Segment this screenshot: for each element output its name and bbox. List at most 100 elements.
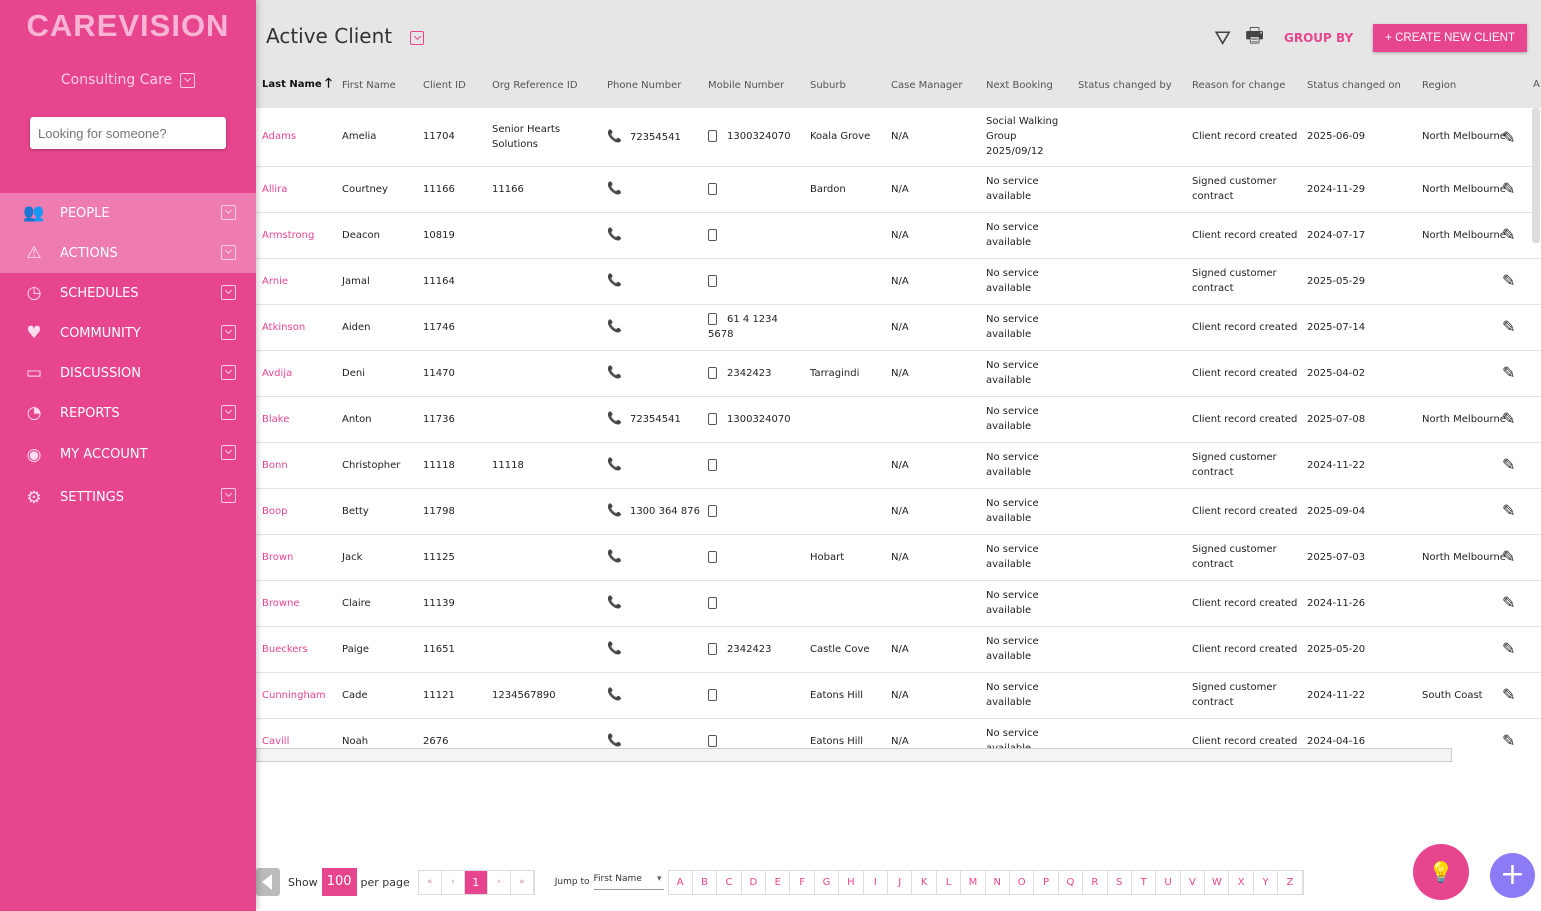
cell-text[interactable]: Blake [262, 414, 289, 425]
column-header-suburb[interactable]: Suburb [804, 62, 885, 108]
letter-x[interactable]: X [1229, 870, 1254, 894]
cell-last-name[interactable]: Boop [256, 488, 336, 535]
letter-s[interactable]: S [1108, 870, 1132, 894]
cell-text[interactable]: Brown [262, 552, 293, 563]
cell-last-name[interactable]: Allira [256, 166, 336, 213]
edit-icon[interactable]: ✎ [1502, 317, 1515, 336]
column-header-reason-for-change[interactable]: Reason for change [1186, 62, 1301, 108]
sidebar-item-schedules[interactable]: ◷ SCHEDULES [0, 273, 256, 313]
letter-e[interactable]: E [766, 870, 791, 894]
edit-icon[interactable]: ✎ [1502, 363, 1515, 382]
chevron-down-icon[interactable] [221, 205, 236, 220]
edit-icon[interactable]: ✎ [1502, 547, 1515, 566]
table-row[interactable]: Armstrong Deacon 10819 📞 N/A No service avail… [256, 212, 1541, 259]
table-row[interactable]: Bonn Christopher 11118 11118 📞 N/A No service … [256, 442, 1541, 489]
next-page-button[interactable]: › [488, 870, 511, 894]
letter-i[interactable]: I [864, 870, 889, 894]
column-header-last-name[interactable]: Last Name 🡑 [256, 62, 336, 108]
letter-f[interactable]: F [790, 870, 815, 894]
edit-icon[interactable]: ✎ [1502, 409, 1515, 428]
cell-text[interactable]: Cunningham [262, 690, 326, 701]
table-row[interactable]: Bueckers Paige 11651 📞 2342423 Castle Cove N/A… [256, 626, 1541, 673]
edit-icon[interactable]: ✎ [1502, 593, 1515, 612]
cell-last-name[interactable]: Brown [256, 534, 336, 581]
cell-last-name[interactable]: Bonn [256, 442, 336, 489]
edit-icon[interactable]: ✎ [1502, 225, 1515, 244]
vertical-scrollbar[interactable] [1532, 108, 1540, 243]
sidebar-item-settings[interactable]: ⚙ SETTINGS [0, 476, 256, 519]
collapse-sidebar-button[interactable] [256, 868, 280, 896]
edit-icon[interactable]: ✎ [1502, 501, 1515, 520]
cell-text[interactable]: Avdija [262, 368, 292, 379]
cell-text[interactable]: Atkinson [262, 322, 305, 333]
column-header-status-changed-on[interactable]: Status changed on [1301, 62, 1416, 108]
cell-text[interactable]: Adams [262, 131, 296, 142]
search-input[interactable] [30, 117, 226, 149]
column-header-next-booking[interactable]: Next Booking [980, 62, 1072, 108]
letter-y[interactable]: Y [1254, 870, 1279, 894]
edit-icon[interactable]: ✎ [1502, 455, 1515, 474]
last-page-button[interactable]: » [511, 870, 534, 894]
column-header-org-reference-id[interactable]: Org Reference ID [486, 62, 601, 108]
letter-k[interactable]: K [912, 870, 937, 894]
sidebar-item-discussion[interactable]: ▭ DISCUSSION [0, 353, 256, 393]
edit-icon[interactable]: ✎ [1502, 731, 1515, 748]
letter-u[interactable]: U [1156, 870, 1181, 894]
cell-text[interactable]: Boop [262, 506, 287, 517]
cell-last-name[interactable]: Bueckers [256, 626, 336, 673]
letter-j[interactable]: J [888, 870, 913, 894]
cell-last-name[interactable]: Armstrong [256, 212, 336, 259]
table-row[interactable]: Avdija Deni 11470 📞 2342423 Tarragindi N/A No s… [256, 350, 1541, 397]
edit-icon[interactable]: ✎ [1502, 685, 1515, 704]
table-row[interactable]: Atkinson Aiden 11746 📞 61 4 1234 5678 N/A No s… [256, 304, 1541, 351]
edit-icon[interactable]: ✎ [1502, 128, 1515, 147]
letter-r[interactable]: R [1083, 870, 1108, 894]
horizontal-scrollbar[interactable] [256, 748, 1452, 762]
cell-text[interactable]: Bueckers [262, 644, 308, 655]
column-header-client-id[interactable]: Client ID [417, 62, 486, 108]
chevron-down-icon[interactable] [221, 365, 236, 380]
cell-last-name[interactable]: Browne [256, 580, 336, 627]
table-row[interactable]: Brown Jack 11125 📞 Hobart N/A No service avail… [256, 534, 1541, 581]
chevron-down-icon[interactable] [221, 245, 236, 260]
cell-text[interactable]: Allira [262, 184, 287, 195]
column-header-first-name[interactable]: First Name [336, 62, 417, 108]
cell-text[interactable]: Cavill [262, 736, 289, 747]
cell-text[interactable]: Bonn [262, 460, 288, 471]
cell-text[interactable]: Arnie [262, 276, 288, 287]
letter-g[interactable]: G [815, 870, 840, 894]
table-row[interactable]: Boop Betty 11798 📞 1300 364 876 N/A No service… [256, 488, 1541, 535]
table-row[interactable]: Browne Claire 11139 📞 No service available Cl… [256, 580, 1541, 627]
jump-field-select[interactable]: First Name [593, 874, 664, 890]
cell-last-name[interactable]: Cunningham [256, 672, 336, 719]
cell-text[interactable]: Browne [262, 598, 300, 609]
tips-button[interactable]: 💡 [1413, 844, 1469, 900]
cell-last-name[interactable]: Arnie [256, 258, 336, 305]
letter-m[interactable]: M [961, 870, 986, 894]
table-row[interactable]: Cavill Noah 2676 📞 Eatons Hill N/A No service … [256, 718, 1541, 748]
chevron-down-icon[interactable] [221, 285, 236, 300]
letter-n[interactable]: N [986, 870, 1010, 894]
chevron-down-icon[interactable] [221, 445, 236, 460]
cell-last-name[interactable]: Atkinson [256, 304, 336, 351]
letter-z[interactable]: Z [1278, 870, 1303, 894]
edit-icon[interactable]: ✎ [1502, 271, 1515, 290]
letter-p[interactable]: P [1034, 870, 1059, 894]
column-header-phone-number[interactable]: Phone Number [601, 62, 702, 108]
cell-text[interactable]: Armstrong [262, 230, 314, 241]
table-row[interactable]: Cunningham Cade 11121 1234567890 📞 Eatons Hil… [256, 672, 1541, 719]
sidebar-item-reports[interactable]: ◔ REPORTS [0, 393, 256, 433]
chevron-down-icon[interactable] [221, 488, 236, 503]
per-page-select[interactable]: 100 [321, 868, 357, 896]
cell-last-name[interactable]: Adams [256, 108, 336, 167]
sidebar-item-actions[interactable]: ⚠ ACTIONS [0, 233, 256, 273]
letter-o[interactable]: O [1010, 870, 1035, 894]
letter-l[interactable]: L [937, 870, 962, 894]
current-page-button[interactable]: 1 [464, 870, 488, 894]
table-row[interactable]: Blake Anton 11736 📞 72354541 1300324070 No ser… [256, 396, 1541, 443]
letter-a[interactable]: A [669, 870, 693, 894]
edit-icon[interactable]: ✎ [1502, 179, 1515, 198]
letter-t[interactable]: T [1132, 870, 1157, 894]
table-row[interactable]: Allira Courtney 11166 11166 📞 Bardon N/A No ser… [256, 166, 1541, 213]
prev-page-button[interactable]: ‹ [442, 870, 465, 894]
